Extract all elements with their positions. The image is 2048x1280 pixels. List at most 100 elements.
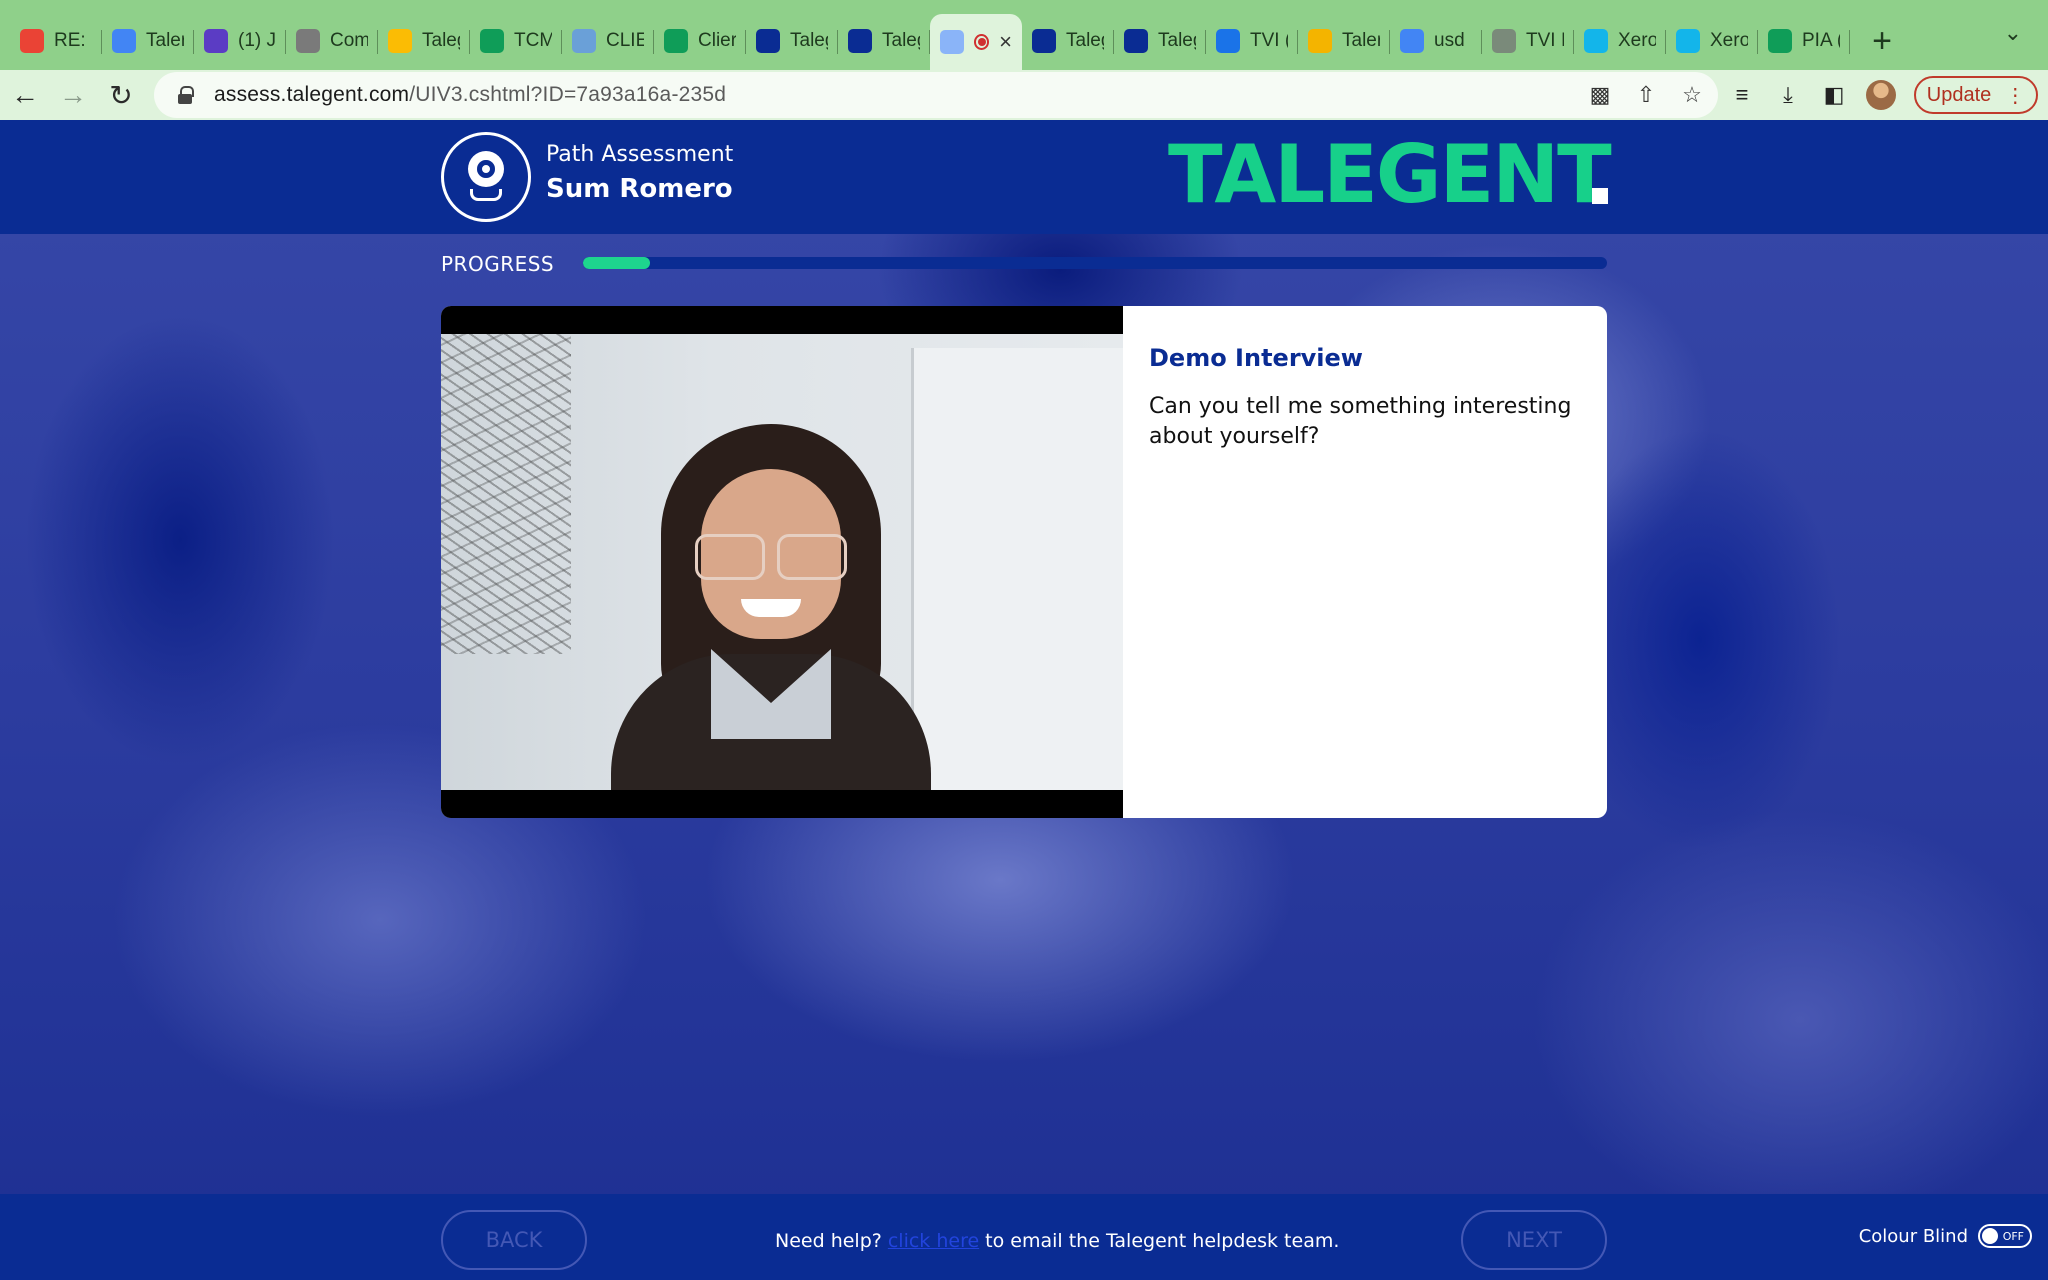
progress-bar-fill: [583, 257, 650, 269]
google-icon: [1400, 29, 1424, 53]
side-panel-icon[interactable]: ◧: [1820, 82, 1848, 108]
square-app-icon: [756, 29, 780, 53]
toggle-state: OFF: [2002, 1229, 2024, 1243]
browser-tab-label: PIA (: [1802, 30, 1840, 51]
page-footer: BACK Need help? click here to email the …: [0, 1194, 2048, 1280]
browser-tab[interactable]: usd: [1390, 16, 1482, 66]
browser-tab[interactable]: CLIE: [562, 16, 654, 66]
drive-icon: [388, 29, 412, 53]
browser-tab-label: Taleg: [1066, 30, 1104, 51]
recording-icon: [974, 34, 990, 50]
help-text: Need help? click here to email the Taleg…: [775, 1230, 1339, 1252]
browser-tab-label: Taleg: [790, 30, 828, 51]
browser-tab-label: Xero: [1710, 30, 1748, 51]
ring-icon: [572, 29, 596, 53]
browser-tab-label: Taler: [1342, 30, 1380, 51]
wall-mural: [441, 334, 571, 654]
browser-tab-label: (1) J: [238, 30, 276, 51]
sheets-icon: [1768, 29, 1792, 53]
browser-tab-label: Com: [330, 30, 368, 51]
reload-icon[interactable]: ↻: [98, 72, 144, 118]
calendar-icon: [112, 29, 136, 53]
webcam-video: [441, 306, 1123, 818]
browser-tab-label: CLIE: [606, 30, 644, 51]
browser-tab[interactable]: Taleg: [378, 16, 470, 66]
tab-search-chevron-icon[interactable]: ⌄: [2004, 20, 2022, 46]
progress-label: PROGRESS: [441, 252, 555, 276]
browser-tab-label: TCM: [514, 30, 552, 51]
assessment-page: Path Assessment Sum Romero TALEGENT PROG…: [0, 120, 2048, 1280]
close-tab-icon[interactable]: ×: [999, 29, 1012, 55]
browser-tab-label: Taleg: [1158, 30, 1196, 51]
browser-tab-strip: RE: ( Taler (1) J Com Taleg TCM CLIE Clier Taleg…: [0, 0, 2048, 70]
interview-card: Demo Interview Can you tell me something…: [441, 306, 1607, 818]
colour-blind-toggle[interactable]: OFF: [1978, 1224, 2032, 1248]
browser-tab[interactable]: TVI (: [1206, 16, 1298, 66]
browser-tab[interactable]: TVI I: [1482, 16, 1574, 66]
candidate-name: Sum Romero: [546, 174, 733, 204]
browser-tab-label: usd: [1434, 30, 1465, 51]
candidate-webcam-image: [591, 414, 951, 790]
browser-tab[interactable]: Xero: [1574, 16, 1666, 66]
browser-tab[interactable]: RE: (: [10, 16, 102, 66]
browser-tab[interactable]: Taleg: [746, 16, 838, 66]
browser-tab[interactable]: Taleg: [1114, 16, 1206, 66]
url-text[interactable]: assess.talegent.com/UIV3.cshtml?ID=7a93a…: [214, 83, 726, 107]
browser-tab[interactable]: Xero: [1666, 16, 1758, 66]
browser-tab[interactable]: Com: [286, 16, 378, 66]
forward-arrow-icon[interactable]: →: [50, 72, 96, 118]
globe-icon: [296, 29, 320, 53]
help-suffix: to email the Talegent helpdesk team.: [985, 1230, 1340, 1252]
help-link[interactable]: click here: [888, 1230, 979, 1252]
browser-tab[interactable]: Clier: [654, 16, 746, 66]
browser-tab-label: Taleg: [422, 30, 460, 51]
square-app-icon: [1032, 29, 1056, 53]
update-button[interactable]: Update ⋮: [1914, 76, 2038, 114]
media-queue-icon[interactable]: ≡: [1728, 82, 1756, 108]
back-arrow-icon[interactable]: ←: [2, 72, 48, 118]
camera-icon[interactable]: ▩: [1588, 82, 1612, 108]
browser-tab[interactable]: Taleg: [1022, 16, 1114, 66]
progress-bar: [583, 257, 1607, 269]
lock-icon: [178, 86, 194, 104]
new-tab-plus-icon[interactable]: +: [1854, 16, 1910, 66]
download-icon[interactable]: ⤓: [1774, 82, 1802, 108]
webex-icon: [204, 29, 228, 53]
tv-icon: [1216, 29, 1240, 53]
browser-tab-label: TVI (: [1250, 30, 1288, 51]
profile-avatar[interactable]: [1866, 80, 1896, 110]
browser-tab[interactable]: Taler: [102, 16, 194, 66]
gmail-icon: [20, 29, 44, 53]
question-panel: Demo Interview Can you tell me something…: [1123, 306, 1607, 818]
address-bar[interactable]: assess.talegent.com/UIV3.cshtml?ID=7a93a…: [154, 72, 1718, 118]
tvi-icon: [1492, 29, 1516, 53]
question-title: Demo Interview: [1149, 344, 1363, 372]
browser-tab[interactable]: Taler: [1298, 16, 1390, 66]
slides-icon: [1308, 29, 1332, 53]
browser-tab[interactable]: (1) J: [194, 16, 286, 66]
brand-logo-dot: [1592, 188, 1608, 204]
browser-tab-label: Taler: [146, 30, 184, 51]
bookmark-star-icon[interactable]: ☆: [1680, 82, 1704, 108]
back-button[interactable]: BACK: [441, 1210, 587, 1270]
browser-tab[interactable]: Taleg: [838, 16, 930, 66]
doc-icon: [940, 30, 964, 54]
next-button[interactable]: NEXT: [1461, 1210, 1607, 1270]
browser-tab[interactable]: TCM: [470, 16, 562, 66]
webcam-preview-frame: [441, 334, 1123, 790]
browser-tab[interactable]: ×: [930, 14, 1022, 70]
browser-tab-label: Taleg: [882, 30, 920, 51]
square-app-icon: [1124, 29, 1148, 53]
sheets-icon: [480, 29, 504, 53]
square-app-icon: [848, 29, 872, 53]
colour-blind-label: Colour Blind: [1858, 1225, 1968, 1247]
help-prefix: Need help?: [775, 1230, 882, 1252]
share-icon[interactable]: ⇧: [1634, 82, 1658, 108]
colour-blind-control: Colour Blind OFF: [1859, 1224, 2032, 1248]
assessment-type: Path Assessment: [546, 142, 734, 167]
browser-tab-label: TVI I: [1526, 30, 1564, 51]
xero-icon: [1584, 29, 1608, 53]
webcam-logo-icon: [441, 132, 531, 222]
browser-tab[interactable]: PIA (: [1758, 16, 1850, 66]
xero-icon: [1676, 29, 1700, 53]
